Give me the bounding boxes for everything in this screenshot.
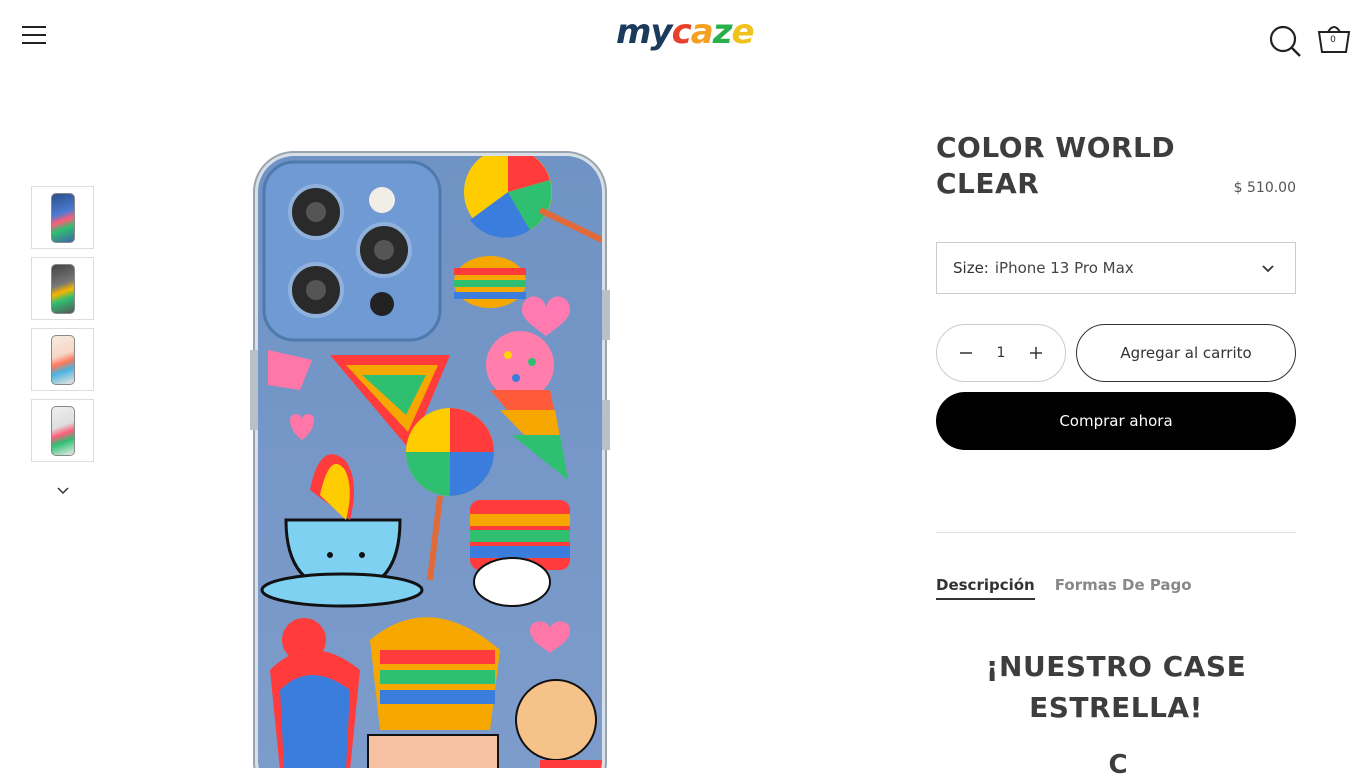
add-to-cart-button[interactable]: Agregar al carrito (1076, 324, 1296, 382)
tab-payment-methods[interactable]: Formas De Pago (1055, 576, 1192, 600)
logo-letter: a (690, 12, 714, 52)
chevron-down-icon[interactable] (55, 483, 71, 497)
site-header: mycaze 0 (0, 0, 1366, 80)
description-partial-line: C (1108, 750, 1128, 780)
product-image (250, 151, 610, 768)
thumbnail[interactable] (31, 399, 94, 462)
thumbnail[interactable] (31, 186, 94, 249)
size-label: Size: (953, 259, 989, 277)
product-tabs: Descripción Formas De Pago (936, 576, 1192, 600)
size-select[interactable]: Size: iPhone 13 Pro Max (936, 242, 1296, 294)
logo-letter: e (731, 12, 755, 52)
tab-description[interactable]: Descripción (936, 576, 1035, 600)
cart-count: 0 (1330, 35, 1336, 45)
thumbnail-list (31, 186, 94, 470)
size-value: iPhone 13 Pro Max (994, 259, 1134, 277)
search-icon[interactable] (1268, 24, 1302, 58)
buy-now-button[interactable]: Comprar ahora (936, 392, 1296, 450)
quantity-value[interactable]: 1 (997, 345, 1006, 361)
site-logo[interactable]: mycaze (616, 12, 755, 52)
menu-icon[interactable] (22, 26, 48, 50)
chevron-down-icon (1262, 265, 1274, 273)
description-heading: ¡NUESTRO CASE ESTRELLA! (985, 650, 1247, 724)
thumbnail[interactable] (31, 328, 94, 391)
product-info: COLOR WORLD CLEAR $ 510.00 Size: iPhone … (936, 130, 1296, 780)
product-price: $ 510.00 (1233, 180, 1296, 196)
logo-text-my: my (616, 12, 673, 52)
plus-icon[interactable] (1027, 344, 1045, 362)
logo-letter: z (712, 12, 733, 52)
thumbnail[interactable] (31, 257, 94, 320)
divider (936, 532, 1296, 533)
minus-icon[interactable] (957, 344, 975, 362)
quantity-stepper: 1 (936, 324, 1066, 382)
product-title: COLOR WORLD CLEAR (936, 131, 1176, 200)
logo-letter: c (671, 12, 692, 52)
